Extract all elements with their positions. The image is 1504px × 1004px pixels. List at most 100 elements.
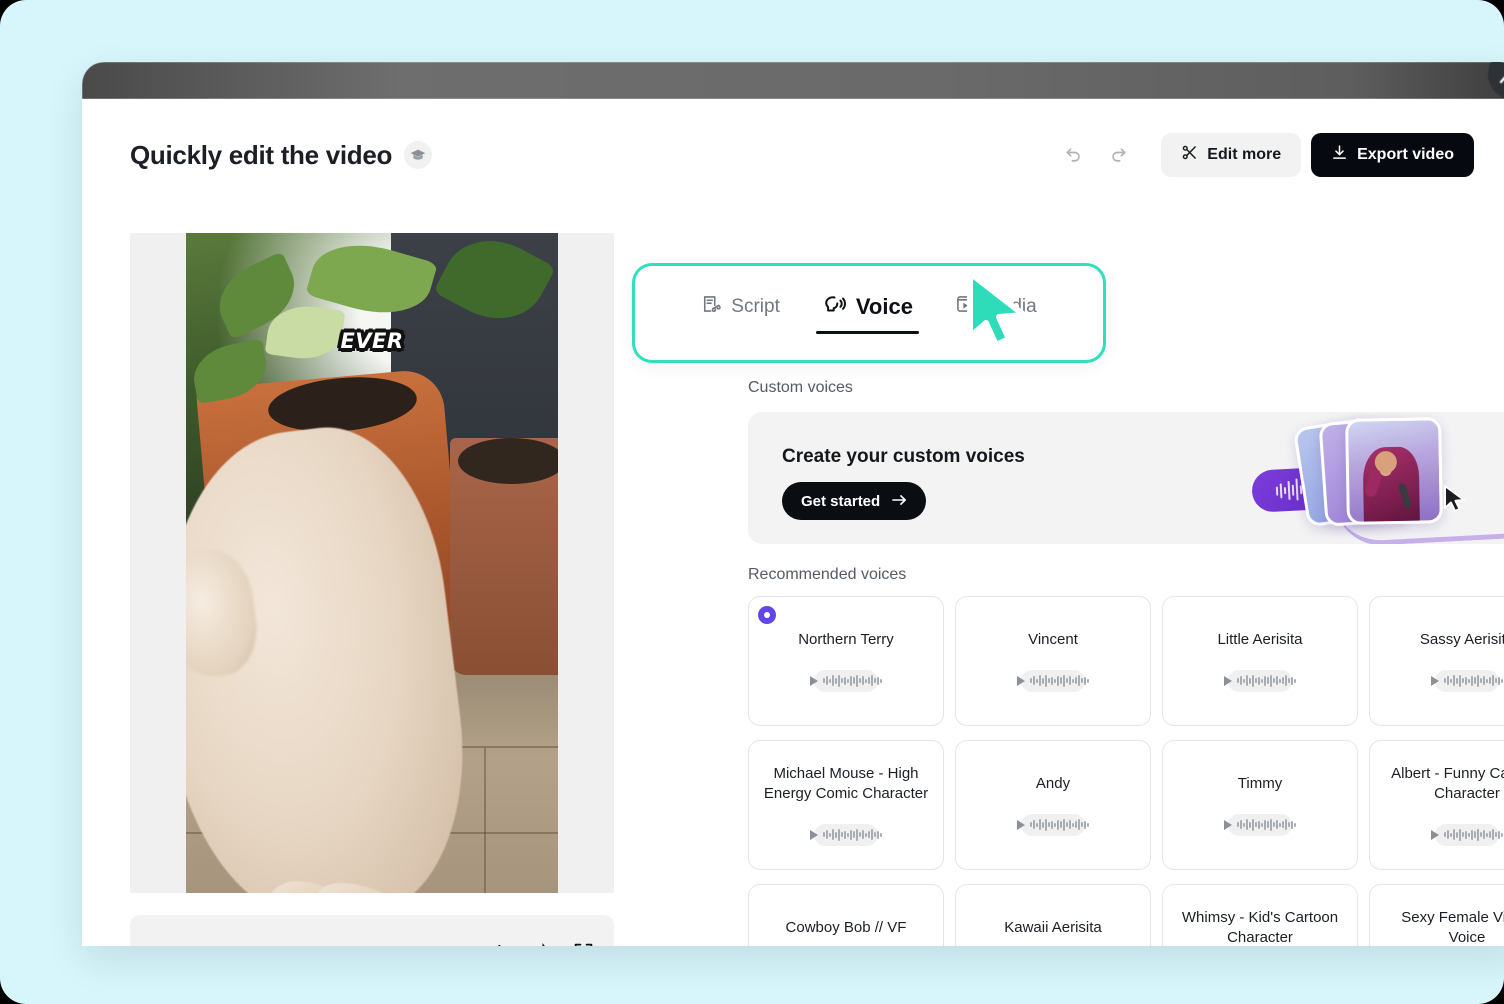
get-started-label: Get started xyxy=(801,492,881,510)
voice-card[interactable]: Andy xyxy=(955,740,1151,870)
recommended-voices-section-label: Recommended voices xyxy=(748,566,907,583)
play-icon[interactable] xyxy=(150,945,169,946)
fullscreen-icon[interactable] xyxy=(573,942,594,946)
illustration-cursor-icon xyxy=(1442,484,1468,519)
waveform-icon xyxy=(823,674,882,687)
voice-card[interactable]: Little Aerisita xyxy=(1162,596,1358,726)
voice-name: Northern Terry xyxy=(798,631,894,649)
play-icon xyxy=(810,829,819,840)
play-icon xyxy=(1017,675,1026,686)
voice-preview-play-button[interactable] xyxy=(810,669,882,692)
voice-card[interactable]: Timmy xyxy=(1162,740,1358,870)
custom-voices-banner: Create your custom voices Get started xyxy=(748,412,1504,544)
tab-script-label: Script xyxy=(731,296,780,317)
tiktok-note-icon[interactable] xyxy=(531,942,553,946)
tab-script[interactable]: Script xyxy=(701,294,780,332)
voice-head-icon xyxy=(822,292,846,322)
tab-media[interactable]: Media xyxy=(955,294,1037,332)
voice-name: Timmy xyxy=(1237,775,1283,793)
voice-preview-play-button[interactable] xyxy=(1017,813,1089,836)
voice-preview-play-button[interactable] xyxy=(810,823,882,846)
export-video-button[interactable]: Export video xyxy=(1311,133,1474,177)
video-frame: EVER xyxy=(186,233,558,893)
voice-card[interactable]: Whimsy - Kid's Cartoon Character xyxy=(1162,884,1358,946)
voice-preview-play-button[interactable] xyxy=(1431,669,1503,692)
current-time: 00:00 xyxy=(187,945,230,946)
tabs-highlight-ring: Script Voice Media xyxy=(632,263,1106,363)
app-header: Quickly edit the video Edit more Export … xyxy=(130,127,1474,183)
play-icon xyxy=(1224,819,1233,830)
recommended-voices-grid: Northern Terry Vincent Little Aerisita Sass… xyxy=(748,596,1504,946)
voice-name: Cowboy Bob // VF xyxy=(785,919,907,937)
video-caption-overlay: EVER xyxy=(338,327,405,355)
voice-name: Sexy Female Villain Voice xyxy=(1401,909,1504,946)
play-icon xyxy=(1017,819,1026,830)
voice-preview-play-button[interactable] xyxy=(1224,669,1296,692)
voice-name: Whimsy - Kid's Cartoon Character xyxy=(1181,909,1339,946)
time-display: 00:00 | 00:39 xyxy=(187,945,289,946)
voice-preview-play-button[interactable] xyxy=(1017,669,1089,692)
page-root: Quickly edit the video Edit more Export … xyxy=(0,0,1504,1004)
waveform-icon xyxy=(1237,674,1296,687)
voice-name: Vincent xyxy=(1028,631,1078,649)
waveform-icon xyxy=(823,828,882,841)
photo-card-front xyxy=(1345,417,1443,525)
voice-name: Kawaii Aerisita xyxy=(1004,919,1102,937)
player-right-controls xyxy=(488,941,594,946)
app-window: Quickly edit the video Edit more Export … xyxy=(82,62,1504,946)
voice-name: Sassy Aerisita xyxy=(1419,631,1504,649)
video-preview[interactable]: EVER xyxy=(130,233,614,893)
graduation-cap-icon[interactable] xyxy=(404,141,433,169)
export-video-label: Export video xyxy=(1357,146,1454,163)
voice-card[interactable]: Northern Terry xyxy=(748,596,944,726)
waveform-icon xyxy=(1030,674,1089,687)
voice-name: Andy xyxy=(1035,775,1071,793)
play-icon xyxy=(1431,829,1440,840)
voice-name: Albert - Funny Cartoon Character xyxy=(1391,765,1504,802)
waveform-icon xyxy=(1444,674,1503,687)
tab-voice[interactable]: Voice xyxy=(815,292,920,334)
voice-card[interactable]: Cowboy Bob // VF xyxy=(748,884,944,946)
voice-selected-radio[interactable] xyxy=(758,606,776,624)
scissors-icon xyxy=(1181,144,1198,166)
voice-card[interactable]: Kawaii Aerisita xyxy=(955,884,1151,946)
custom-voices-section-label: Custom voices xyxy=(748,379,853,396)
custom-voices-illustration xyxy=(1246,412,1504,544)
voice-name: Little Aerisita xyxy=(1217,631,1303,649)
arrow-right-icon xyxy=(892,493,907,510)
get-started-button[interactable]: Get started xyxy=(782,482,927,520)
voice-preview-play-button[interactable] xyxy=(1431,823,1503,846)
total-time: 00:39 xyxy=(247,945,290,946)
media-image-icon xyxy=(955,294,975,320)
voice-card[interactable]: Albert - Funny Cartoon Character xyxy=(1369,740,1504,870)
custom-voices-banner-title: Create your custom voices xyxy=(782,446,1025,467)
script-scissors-icon xyxy=(701,294,722,320)
header-actions: Edit more Export video xyxy=(1057,133,1474,177)
tab-voice-label: Voice xyxy=(855,294,913,319)
voice-name: Michael Mouse - High Energy Comic Charac… xyxy=(763,765,929,802)
volume-icon[interactable] xyxy=(488,941,511,946)
voice-card[interactable]: Michael Mouse - High Energy Comic Charac… xyxy=(748,740,944,870)
page-title: Quickly edit the video xyxy=(130,139,393,170)
time-separator: | xyxy=(236,945,240,946)
app-body: Quickly edit the video Edit more Export … xyxy=(82,99,1504,946)
waveform-icon xyxy=(1444,828,1503,841)
video-player-controls: 00:00 | 00:39 xyxy=(130,915,614,946)
tab-media-label: Media xyxy=(984,296,1037,317)
voice-card[interactable]: Sexy Female Villain Voice xyxy=(1369,884,1504,946)
video-panel: EVER 00:00 | 00:39 xyxy=(130,233,614,946)
voice-card[interactable]: Vincent xyxy=(955,596,1151,726)
play-icon xyxy=(1431,675,1440,686)
voice-preview-play-button[interactable] xyxy=(1224,813,1296,836)
undo-icon[interactable] xyxy=(1057,138,1091,172)
waveform-icon xyxy=(1030,818,1089,831)
redo-icon[interactable] xyxy=(1101,138,1135,172)
waveform-icon xyxy=(1237,818,1296,831)
close-icon[interactable] xyxy=(1488,62,1504,100)
voice-card[interactable]: Sassy Aerisita xyxy=(1369,596,1504,726)
play-icon xyxy=(1224,675,1233,686)
panel-tabs: Script Voice Media xyxy=(701,292,1037,334)
download-icon xyxy=(1331,144,1348,166)
edit-more-label: Edit more xyxy=(1207,146,1282,163)
edit-more-button[interactable]: Edit more xyxy=(1161,133,1302,177)
